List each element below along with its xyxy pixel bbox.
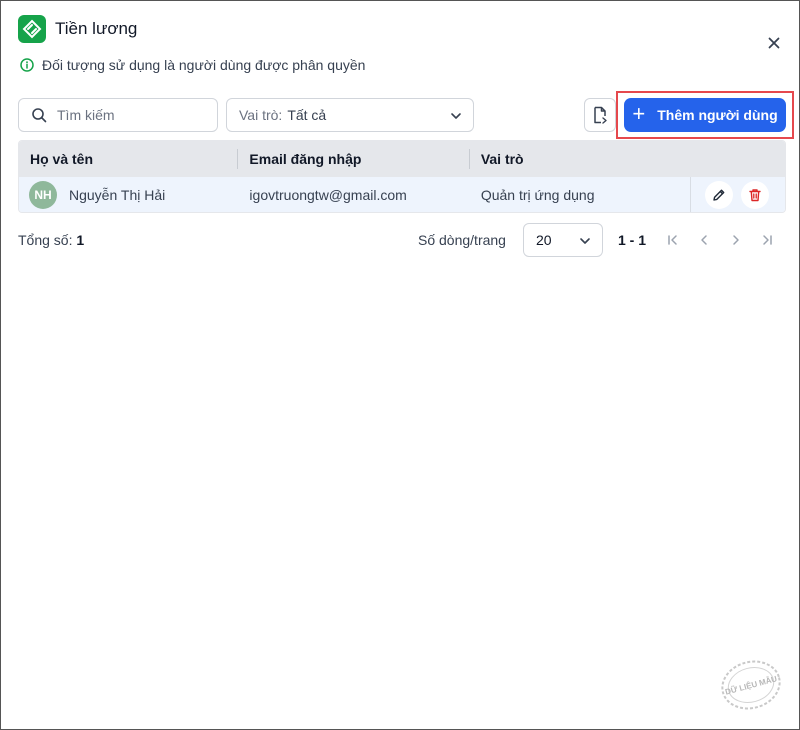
edit-button[interactable] xyxy=(705,180,734,209)
table-header: Họ và tên Email đăng nhập Vai trò xyxy=(19,141,785,177)
last-page-button[interactable] xyxy=(758,231,776,249)
add-user-button[interactable]: + Thêm người dùng xyxy=(624,98,786,132)
rows-per-page-label: Số dòng/trang xyxy=(418,232,506,248)
rows-per-page-select[interactable]: 20 xyxy=(523,223,603,257)
toolbar: Vai trò: Tất cả + Thêm người dùng xyxy=(18,91,794,139)
users-table: Họ và tên Email đăng nhập Vai trò NH Ngu… xyxy=(18,140,786,213)
cell-email: igovtruongtw@gmail.com xyxy=(249,186,407,203)
total-label: Tổng số: xyxy=(18,232,73,248)
role-filter-select[interactable]: Vai trò: Tất cả xyxy=(226,98,474,132)
cell-name: NH Nguyễn Thị Hải xyxy=(19,177,238,212)
permission-notice: Đối tượng sử dụng là người dùng được phâ… xyxy=(20,57,365,73)
role-filter-value: Tất cả xyxy=(287,107,327,123)
total-value: 1 xyxy=(76,232,85,248)
table-footer: Tổng số: 1 Số dòng/trang 20 1 - 1 xyxy=(18,223,786,257)
chevron-left-icon xyxy=(701,235,707,245)
last-page-icon xyxy=(763,235,772,245)
total-count: Tổng số: 1 xyxy=(18,232,84,248)
plus-icon: + xyxy=(632,101,646,126)
chevron-down-icon xyxy=(580,238,590,244)
file-export-icon xyxy=(594,106,607,124)
avatar: NH xyxy=(29,180,57,209)
column-header-role: Vai trò xyxy=(480,151,524,167)
previous-page-button[interactable] xyxy=(695,231,713,249)
first-page-icon xyxy=(668,235,677,245)
chevron-right-icon xyxy=(733,235,739,245)
user-name: Nguyễn Thị Hải xyxy=(69,186,166,203)
column-header-name: Họ và tên xyxy=(19,141,239,177)
column-header-actions xyxy=(690,141,785,177)
delete-button[interactable] xyxy=(741,180,770,209)
search-input[interactable] xyxy=(57,107,197,123)
app-logo-icon xyxy=(18,15,46,43)
add-user-label: Thêm người dùng xyxy=(657,107,778,123)
table-row[interactable]: NH Nguyễn Thị Hải igovtruongtw@gmail.com… xyxy=(19,177,785,212)
dialog-window: Tiền lương Đối tượng sử dụng là người dù… xyxy=(0,0,800,730)
close-button[interactable] xyxy=(765,34,783,52)
search-box[interactable] xyxy=(18,98,218,132)
dialog-title: Tiền lương xyxy=(55,19,138,38)
pencil-icon xyxy=(713,189,725,201)
page-range: 1 - 1 xyxy=(618,232,647,248)
notice-text: Đối tượng sử dụng là người dùng được phâ… xyxy=(42,57,366,73)
rows-per-page-value: 20 xyxy=(536,232,552,248)
search-icon xyxy=(32,108,47,123)
dialog-header: Tiền lương xyxy=(18,15,137,43)
role-filter-label: Vai trò: xyxy=(239,107,283,123)
sample-data-stamp: DỮ LIỆU MẪU xyxy=(721,660,781,710)
first-page-button[interactable] xyxy=(664,231,682,249)
trash-icon xyxy=(749,188,761,201)
column-header-email: Email đăng nhập xyxy=(238,141,471,177)
chevron-down-icon xyxy=(451,113,461,119)
next-page-button[interactable] xyxy=(727,231,745,249)
cell-actions xyxy=(690,177,785,212)
cell-role: Quản trị ứng dụng xyxy=(480,186,595,203)
info-icon xyxy=(20,58,34,72)
close-icon xyxy=(768,37,780,49)
export-file-button[interactable] xyxy=(584,98,616,132)
